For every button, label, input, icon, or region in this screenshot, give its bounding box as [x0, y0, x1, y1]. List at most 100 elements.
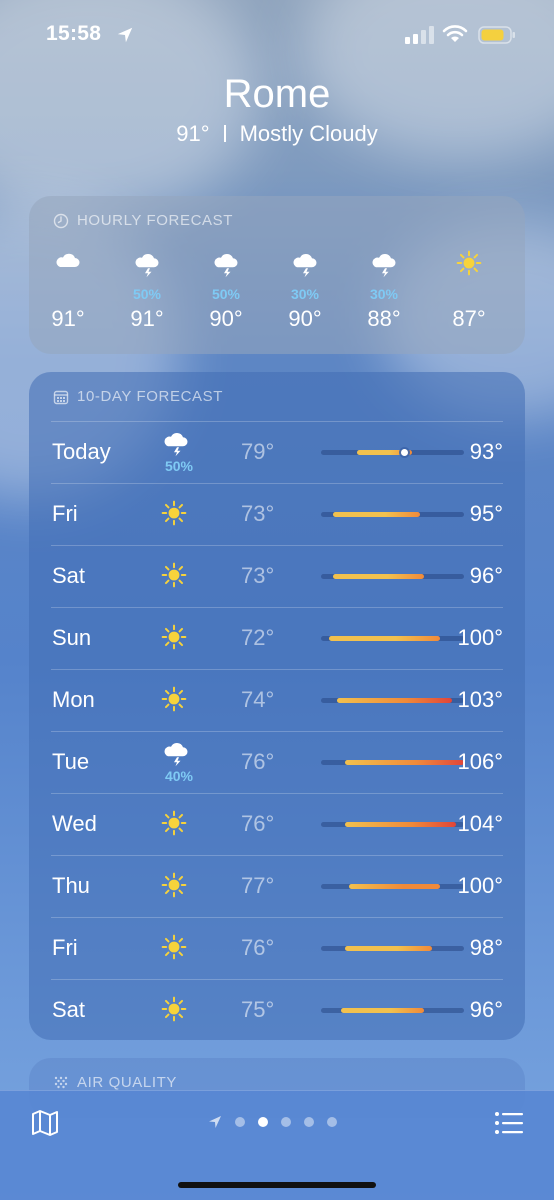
page-dot[interactable]	[258, 1117, 268, 1127]
forecast-high: 96°	[469, 997, 503, 1022]
forecast-row[interactable]: Sat 73° 96°	[51, 545, 503, 607]
temperature-range-fill	[332, 512, 421, 517]
temperature-range-bar	[321, 636, 464, 641]
status-time: 15:58	[46, 22, 102, 45]
forecast-low: 76°	[241, 935, 275, 960]
hourly-item: 50% 90°	[196, 250, 256, 332]
hourly-forecast-title: HOURLY FORECAST	[77, 212, 233, 229]
forecast-day: Today	[52, 439, 111, 464]
forecast-row[interactable]: Tue 40% 76° 106°	[51, 731, 503, 793]
page-dot[interactable]	[327, 1117, 337, 1127]
hourly-forecast-header: HOURLY FORECAST	[53, 212, 233, 229]
ten-day-forecast-card[interactable]: 10-DAY FORECAST Today 50% 79° 93° Fri 73° 95° S…	[29, 372, 525, 1040]
hourly-temperature: 90°	[288, 306, 322, 331]
temperature-range-fill	[344, 760, 464, 765]
hourly-item: 87°	[439, 250, 499, 332]
forecast-row[interactable]: Fri 76° 98°	[51, 917, 503, 979]
temperature-range-bar	[321, 946, 464, 951]
temperature-range-fill	[344, 822, 457, 827]
page-indicator[interactable]	[208, 1115, 337, 1129]
forecast-high: 98°	[469, 935, 503, 960]
row-divider	[51, 979, 503, 980]
forecast-row[interactable]: Fri 73° 95°	[51, 483, 503, 545]
sun-icon	[161, 996, 187, 1027]
temperature-range-fill	[328, 636, 441, 641]
thunderstorm-icon	[354, 250, 414, 286]
forecast-high: 103°	[457, 687, 503, 712]
hourly-item: 30% 90°	[275, 250, 335, 332]
status-bar: 15:58	[0, 22, 554, 52]
forecast-low: 74°	[241, 687, 275, 712]
thunderstorm-icon	[117, 250, 177, 286]
forecast-low: 73°	[241, 563, 275, 588]
temperature-range-bar	[321, 760, 464, 765]
hourly-forecast-card[interactable]: HOURLY FORECAST 91° 50% 91° 50% 90° 30% 90° 30%…	[29, 196, 525, 354]
page-dot[interactable]	[281, 1117, 291, 1127]
forecast-high: 93°	[469, 439, 503, 464]
map-icon[interactable]	[30, 1109, 60, 1137]
forecast-precip-chance: 50%	[164, 458, 194, 474]
temperature-range-fill	[344, 946, 433, 951]
calendar-icon	[53, 390, 69, 404]
hourly-precip-chance: 50%	[211, 286, 241, 302]
hourly-temperature: 87°	[452, 306, 486, 331]
row-divider	[51, 545, 503, 546]
forecast-low: 76°	[241, 811, 275, 836]
thunderstorm-icon	[196, 250, 256, 286]
current-conditions: 91° Mostly Cloudy	[0, 121, 554, 147]
forecast-precip-chance: 40%	[164, 768, 194, 784]
city-list-icon[interactable]	[494, 1111, 524, 1135]
sun-icon	[161, 686, 187, 717]
row-divider	[51, 421, 503, 422]
forecast-day: Sun	[52, 625, 92, 650]
forecast-day: Thu	[52, 873, 90, 898]
forecast-day: Fri	[52, 501, 78, 526]
hourly-temperature: 90°	[209, 306, 243, 331]
row-divider	[51, 855, 503, 856]
temperature-range-bar	[321, 884, 464, 889]
forecast-day: Sat	[52, 563, 86, 588]
page-dot[interactable]	[304, 1117, 314, 1127]
forecast-row[interactable]: Thu 77° 100°	[51, 855, 503, 917]
forecast-row[interactable]: Today 50% 79° 93°	[51, 421, 503, 483]
row-divider	[51, 483, 503, 484]
hourly-precip-chance: 50%	[132, 286, 162, 302]
forecast-row[interactable]: Wed 76° 104°	[51, 793, 503, 855]
sun-icon	[161, 500, 187, 531]
forecast-low: 76°	[241, 749, 275, 774]
cellular-signal-icon	[405, 26, 434, 44]
sun-icon	[161, 934, 187, 965]
ten-day-forecast-header: 10-DAY FORECAST	[53, 388, 223, 405]
cloud-icon	[38, 250, 98, 286]
temperature-range-fill	[340, 1008, 425, 1013]
hourly-temperature: 91°	[51, 306, 85, 331]
clock-icon	[53, 213, 69, 228]
temperature-range-bar	[321, 1008, 464, 1013]
sun-icon	[439, 250, 499, 286]
wifi-icon	[442, 25, 468, 42]
hourly-item: 30% 88°	[354, 250, 414, 332]
page-dot[interactable]	[235, 1117, 245, 1127]
air-quality-title: AIR QUALITY	[77, 1074, 177, 1091]
forecast-high: 106°	[457, 749, 503, 774]
battery-icon	[478, 26, 515, 44]
temperature-range-bar	[321, 574, 464, 579]
current-condition-text: Mostly Cloudy	[239, 121, 378, 146]
sun-icon	[161, 872, 187, 903]
air-quality-icon	[54, 1076, 68, 1088]
current-temperature-marker	[400, 449, 408, 456]
forecast-row[interactable]: Sun 72° 100°	[51, 607, 503, 669]
temperature-range-bar	[321, 698, 464, 703]
forecast-low: 72°	[241, 625, 275, 650]
forecast-high: 104°	[457, 811, 503, 836]
temperature-range-bar	[321, 449, 464, 456]
forecast-row[interactable]: Mon 74° 103°	[51, 669, 503, 731]
forecast-low: 77°	[241, 873, 275, 898]
forecast-low: 75°	[241, 997, 275, 1022]
row-divider	[51, 793, 503, 794]
forecast-day: Mon	[52, 687, 95, 712]
ten-day-forecast-title: 10-DAY FORECAST	[77, 388, 223, 405]
forecast-row[interactable]: Sat 75° 96°	[51, 979, 503, 1041]
temperature-range-fill	[332, 574, 425, 579]
row-divider	[51, 731, 503, 732]
